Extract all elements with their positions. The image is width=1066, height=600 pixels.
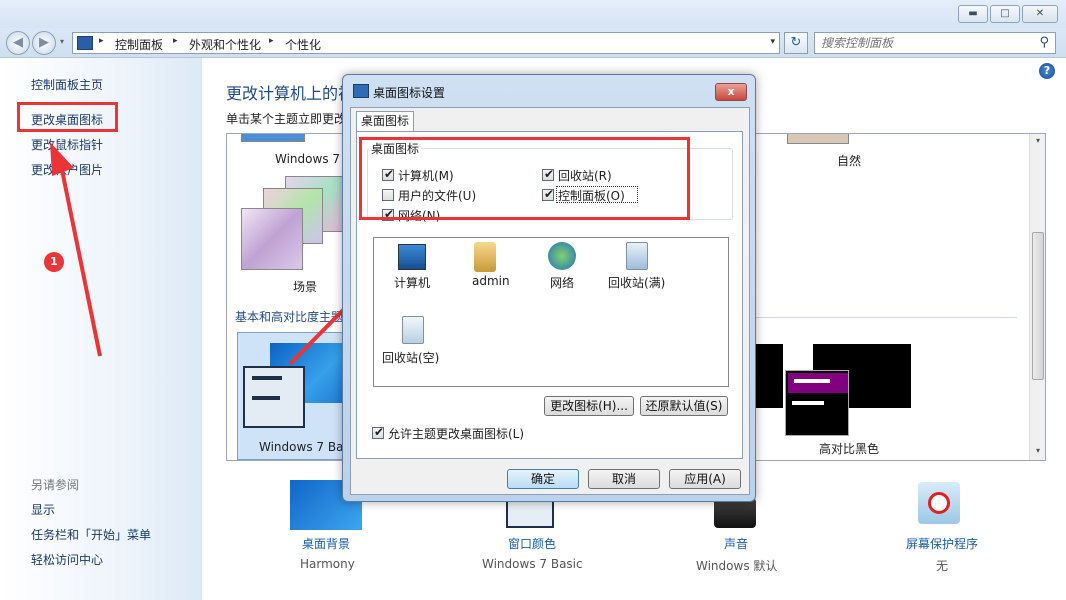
dialog-title: 桌面图标设置	[373, 86, 446, 100]
sounds-icon[interactable]	[714, 498, 756, 528]
annotation-badge-1: 1	[44, 252, 64, 272]
close-button[interactable]: ✕	[1022, 5, 1058, 23]
ok-button[interactable]: 确定	[507, 469, 579, 489]
chevron-right-icon: ▸	[173, 36, 178, 46]
dialog-app-icon	[353, 84, 369, 98]
allow-themes-checkbox[interactable]: ✔	[372, 425, 385, 439]
scroll-up-icon[interactable]: ▾	[1030, 136, 1045, 145]
theme-label-high-contrast-black: 高对比黑色	[819, 442, 880, 456]
address-box[interactable]: ▸ 控制面板 ▸ 外观和个性化 ▸ 个性化 ▾	[72, 32, 780, 54]
scrollbar-thumb[interactable]	[1032, 232, 1044, 380]
icon-label-recycle-bin-full[interactable]: 回收站(满)	[608, 274, 665, 291]
icon-label-computer[interactable]: 计算机	[394, 274, 430, 291]
minimize-icon: ▬	[968, 8, 978, 19]
nav-ease-of-access[interactable]: 轻松访问中心	[31, 551, 103, 568]
allow-themes-checkbox-label[interactable]: 允许主题更改桌面图标(L)	[388, 425, 524, 442]
icon-label-recycle-bin-empty[interactable]: 回收站(空)	[382, 349, 439, 366]
maximize-button[interactable]: □	[990, 5, 1020, 23]
theme-label-nature: 自然	[837, 154, 862, 168]
no-screensaver-icon	[928, 492, 950, 514]
nature-theme-thumbnail[interactable]	[787, 134, 849, 144]
theme-list-scrollbar[interactable]: ▾ ▾	[1029, 134, 1045, 460]
chevron-down-icon: ▾	[60, 37, 65, 46]
forward-button[interactable]: ▶	[32, 31, 56, 55]
apply-button[interactable]: 应用(A)	[669, 469, 741, 489]
back-arrow-icon: ◀	[13, 35, 23, 50]
icon-label-network[interactable]: 网络	[550, 274, 574, 291]
computer-icon[interactable]	[398, 244, 426, 270]
control-panel-icon	[77, 36, 93, 50]
recent-pages-dropdown[interactable]: ▾	[60, 37, 70, 47]
close-icon: x	[727, 85, 735, 98]
chevron-right-icon: ▸	[99, 36, 104, 46]
desktop-icon-preview-list: 计算机 admin 网络 回收站(满) 回收站(空)	[373, 237, 729, 387]
tab-desktop-icons[interactable]: 桌面图标	[356, 111, 414, 132]
recycle-bin-full-icon[interactable]	[626, 242, 648, 270]
nav-control-panel-home[interactable]: 控制面板主页	[31, 76, 103, 93]
minimize-button[interactable]: ▬	[958, 5, 988, 23]
windows7-basic-window-preview	[243, 366, 305, 428]
desktop-background-link[interactable]: 桌面背景	[302, 535, 350, 552]
scene-theme-thumbnail[interactable]	[241, 208, 303, 270]
chevron-down-icon[interactable]: ▾	[770, 37, 775, 47]
maximize-icon: □	[1000, 8, 1010, 19]
address-bar: ◀ ▶ ▾ ▸ 控制面板 ▸ 外观和个性化 ▸ 个性化 ▾ ↻ ⚲	[0, 28, 1066, 58]
sounds-value: Windows 默认	[696, 559, 778, 573]
recycle-bin-empty-icon[interactable]	[402, 316, 424, 344]
close-icon: ✕	[1035, 8, 1045, 19]
dialog-close-button[interactable]: x	[715, 83, 747, 101]
windows7-theme-thumbnail[interactable]	[241, 134, 305, 142]
search-icon[interactable]: ⚲	[1039, 35, 1049, 50]
nav-change-mouse-pointer[interactable]: 更改鼠标指针	[31, 136, 103, 153]
back-button[interactable]: ◀	[6, 31, 30, 55]
breadcrumb-control-panel[interactable]: 控制面板	[115, 36, 163, 53]
highlight-desktop-icons-group	[359, 137, 690, 220]
page-subtitle: 单击某个主题立即更改	[226, 112, 347, 126]
window-color-link[interactable]: 窗口颜色	[508, 535, 556, 552]
page-title: 更改计算机上的视	[226, 84, 355, 103]
high-contrast-black-thumbnail[interactable]	[785, 370, 849, 436]
nav-display[interactable]: 显示	[31, 501, 55, 518]
scroll-down-icon[interactable]: ▾	[1030, 446, 1045, 455]
refresh-button[interactable]: ↻	[784, 32, 808, 54]
search-input[interactable]	[815, 33, 1025, 53]
forward-arrow-icon: ▶	[39, 35, 49, 50]
cancel-button[interactable]: 取消	[588, 469, 660, 489]
partial-dark-theme-thumbnail	[753, 344, 783, 408]
help-icon[interactable]: ?	[1039, 63, 1055, 79]
theme-label-scene: 场景	[293, 280, 318, 294]
sounds-link[interactable]: 声音	[724, 535, 748, 552]
nav-taskbar-start-menu[interactable]: 任务栏和「开始」菜单	[31, 526, 151, 543]
chevron-right-icon: ▸	[269, 36, 274, 46]
desktop-background-value: Harmony	[300, 557, 355, 571]
theme-label-windows7: Windows 7	[275, 152, 341, 166]
window-titlebar: ▬ □ ✕	[0, 0, 1066, 28]
breadcrumb-appearance[interactable]: 外观和个性化	[189, 36, 261, 53]
screen-saver-icon[interactable]	[918, 482, 960, 524]
search-box: ⚲	[814, 32, 1056, 54]
restore-default-button[interactable]: 还原默认值(S)	[640, 396, 728, 416]
see-also-heading: 另请参阅	[31, 478, 80, 492]
icon-label-admin[interactable]: admin	[472, 274, 510, 288]
left-navigation: 控制面板主页 更改桌面图标 更改鼠标指针 更改帐户图片 另请参阅 显示 任务栏和…	[0, 58, 202, 600]
user-folder-icon[interactable]	[474, 242, 496, 272]
change-icon-button[interactable]: 更改图标(H)...	[544, 396, 634, 416]
nav-change-account-picture[interactable]: 更改帐户图片	[31, 161, 103, 178]
refresh-icon: ↻	[790, 35, 802, 50]
screen-saver-link[interactable]: 屏幕保护程序	[906, 535, 978, 552]
breadcrumb-personalization[interactable]: 个性化	[285, 36, 321, 53]
screen-saver-value: 无	[936, 559, 949, 573]
highlight-change-desktop-icons	[17, 102, 118, 132]
check-icon: ✔	[374, 425, 385, 439]
window-color-value: Windows 7 Basic	[482, 557, 583, 571]
network-icon[interactable]	[548, 242, 576, 270]
basic-high-contrast-section-label: 基本和高对比度主题	[235, 310, 344, 324]
